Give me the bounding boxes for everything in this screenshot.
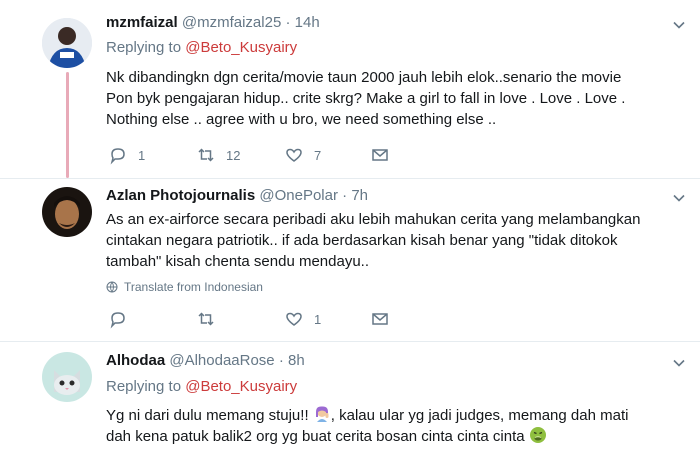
separator: · [342, 187, 348, 204]
tweet-line: As an ex-airforce secara peribadi aku le… [106, 211, 641, 228]
like-button[interactable]: 1 [284, 309, 321, 329]
reply-icon [110, 312, 125, 329]
tweet-text: Yg ni dari dulu memang stuju!! , kalau u… [106, 405, 666, 447]
handle[interactable]: @OnePolar [259, 187, 338, 204]
replying-prefix: Replying to [106, 39, 182, 56]
tweet-line: Nothing else .. agree with u bro, we nee… [106, 111, 497, 128]
tweet-header: mzmfaizal @mzmfaizal25 · 14h [106, 14, 320, 31]
dm-icon [372, 313, 388, 325]
retweet-button[interactable] [196, 309, 226, 329]
chevron-down-icon[interactable] [672, 18, 686, 32]
avatar[interactable] [42, 352, 92, 402]
dm-icon [372, 149, 388, 161]
like-button[interactable]: 7 [284, 145, 321, 165]
timestamp[interactable]: 14h [295, 14, 320, 31]
retweet-count: 12 [226, 147, 241, 163]
globe-icon [106, 281, 118, 293]
tweet-header: Azlan Photojournalis @OnePolar · 7h [106, 187, 368, 204]
chevron-down-icon[interactable] [672, 191, 686, 205]
tweet-line: Nk dibandingkn dgn cerita/movie taun 200… [106, 69, 622, 86]
like-count: 1 [314, 311, 322, 327]
like-count: 7 [314, 147, 322, 163]
display-name[interactable]: Azlan Photojournalis [106, 187, 255, 204]
tweet-line: tambah" kisah chenta sendu mendayu.. [106, 253, 369, 270]
tweet-text-segment: Yg ni dari dulu memang stuju!! [106, 407, 313, 424]
tweet-line: dah kena patuk balik2 org yg buat cerita… [106, 426, 666, 447]
handle[interactable]: @AlhodaaRose [169, 352, 274, 369]
like-icon [286, 148, 302, 162]
retweet-button[interactable]: 12 [196, 145, 240, 165]
tweet-1[interactable]: mzmfaizal @mzmfaizal25 · 14h Replying to… [0, 0, 700, 178]
tweet-text-segment: dah kena patuk balik2 org yg buat cerita… [106, 428, 529, 445]
woman-gesturing-emoji [315, 406, 329, 422]
timestamp[interactable]: 7h [351, 187, 368, 204]
translate-label: Translate from Indonesian [124, 280, 263, 294]
tweet-line: Yg ni dari dulu memang stuju!! , kalau u… [106, 405, 666, 426]
tweet-3[interactable]: Alhodaa @AlhodaaRose · 8h Replying to @B… [0, 341, 700, 451]
like-icon [286, 312, 302, 326]
avatar[interactable] [42, 18, 92, 68]
timestamp[interactable]: 8h [288, 352, 305, 369]
reply-button[interactable]: 1 [108, 145, 145, 165]
tweet-text-segment: , kalau ular yg jadi judges, memang dah … [330, 407, 629, 424]
thread-line [66, 72, 69, 178]
reply-count: 1 [138, 147, 146, 163]
tweet-line: cintakan negara patriotik.. if ada berda… [106, 232, 618, 249]
retweet-icon [198, 312, 214, 326]
replying-to: Replying to @Beto_Kusyairy [106, 39, 297, 56]
tweet-header: Alhodaa @AlhodaaRose · 8h [106, 352, 305, 369]
dm-button[interactable] [370, 309, 390, 329]
tweet-2[interactable]: Azlan Photojournalis @OnePolar · 7h As a… [0, 178, 700, 341]
retweet-icon [198, 148, 214, 162]
replying-to: Replying to @Beto_Kusyairy [106, 378, 297, 395]
separator: · [278, 352, 284, 369]
dm-button[interactable] [370, 145, 390, 165]
reply-button[interactable] [108, 309, 138, 329]
tweet-text: As an ex-airforce secara peribadi aku le… [106, 209, 666, 272]
handle[interactable]: @mzmfaizal25 [182, 14, 281, 31]
replying-prefix: Replying to [106, 378, 182, 395]
mention-link[interactable]: @Beto_Kusyairy [185, 39, 297, 56]
translate-link[interactable]: Translate from Indonesian [106, 280, 263, 294]
display-name[interactable]: Alhodaa [106, 352, 165, 369]
tweet-text: Nk dibandingkn dgn cerita/movie taun 200… [106, 67, 666, 130]
avatar[interactable] [42, 187, 92, 237]
tweet-line: Pon byk pengajaran hidup.. crite skrg? M… [106, 90, 626, 107]
nauseated-face-emoji [529, 427, 546, 443]
reply-icon [110, 148, 125, 165]
chevron-down-icon[interactable] [672, 356, 686, 370]
mention-link[interactable]: @Beto_Kusyairy [185, 378, 297, 395]
separator: · [285, 14, 291, 31]
display-name[interactable]: mzmfaizal [106, 14, 178, 31]
